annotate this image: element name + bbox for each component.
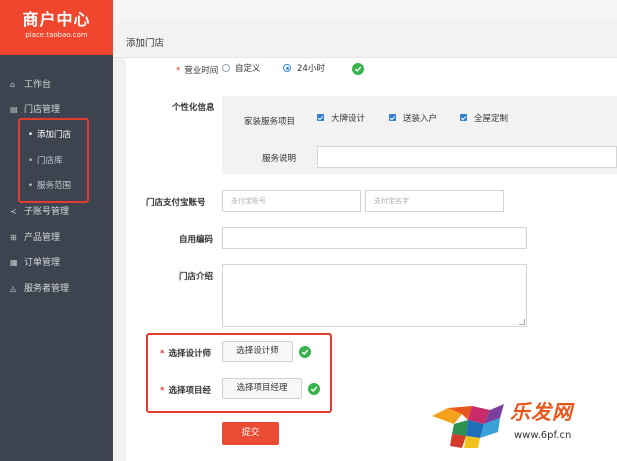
page-title: 添加门店: [126, 38, 165, 49]
top-bar: [113, 0, 617, 22]
watermark-brand: 乐发网: [510, 400, 573, 424]
alipay-account-label: 门店支付宝账号: [146, 198, 206, 208]
sidebar-item-products[interactable]: ⊞ 产品管理: [10, 230, 60, 246]
service-desc-label: 服务说明: [262, 154, 297, 164]
store-intro-textarea[interactable]: [222, 264, 527, 327]
own-code-label: 自用编码: [179, 235, 214, 245]
sidebar-subitem-store-library[interactable]: • 门店库: [28, 153, 63, 169]
radio-custom-hours-label: 自定义: [235, 64, 261, 74]
sidebar-item-orders[interactable]: ▦ 订单管理: [10, 255, 60, 271]
sidebar-item-service-providers[interactable]: ◬ 服务者管理: [10, 281, 69, 297]
brand-logo[interactable]: 商户中心 place.taobao.com: [0, 0, 113, 55]
sidebar-subitem-add-store[interactable]: • 添加门店: [28, 127, 71, 143]
business-hours-label: * 营业时间: [176, 66, 219, 76]
submit-button[interactable]: 提交: [222, 422, 279, 445]
alipay-name-input[interactable]: 支付宝名字: [365, 190, 504, 212]
radio-24-hours[interactable]: [283, 64, 291, 72]
sidebar-item-store-management[interactable]: ▤ 门店管理: [10, 102, 60, 118]
select-project-manager-button[interactable]: 选择项目经理: [222, 378, 302, 399]
checkbox-whole-house-custom[interactable]: [460, 114, 467, 121]
resize-handle-icon[interactable]: [519, 319, 525, 325]
check-circle-icon: [308, 383, 320, 395]
home-service-label: 家装服务项目: [244, 117, 296, 127]
home-icon: ⌂: [10, 80, 16, 89]
checkbox-whole-house-custom-label: 全屋定制: [474, 114, 509, 124]
list-icon: ▦: [10, 258, 18, 267]
grid-icon: ⊞: [10, 233, 17, 242]
sidebar-item-subaccount[interactable]: ≺ 子账号管理: [10, 204, 69, 220]
store-icon: ▤: [10, 105, 18, 114]
sidebar: 商户中心 place.taobao.com ⌂ 工作台 ▤ 门店管理 • 添加门店 •…: [0, 0, 113, 461]
brand-domain: place.taobao.com: [25, 31, 88, 39]
radio-24-hours-label: 24小时: [297, 64, 325, 74]
checkbox-delivery-install[interactable]: [389, 114, 396, 121]
sidebar-subitem-service-range[interactable]: • 服务范围: [28, 178, 71, 194]
designer-label: * 选择设计师: [160, 349, 211, 359]
personalization-label: 个性化信息: [172, 103, 215, 113]
brand-name: 商户中心: [22, 10, 91, 29]
store-intro-label: 门店介绍: [179, 272, 214, 282]
share-icon: ≺: [10, 207, 17, 216]
check-circle-icon: [299, 346, 311, 358]
alipay-account-input[interactable]: 支付宝账号: [222, 190, 361, 212]
user-icon: ◬: [10, 284, 17, 293]
page-header: 添加门店: [113, 22, 617, 58]
bull-logo-icon: [432, 404, 504, 448]
content-gutter: [113, 58, 126, 461]
radio-custom-hours[interactable]: [222, 64, 230, 72]
checkbox-brand-design[interactable]: [317, 114, 324, 121]
project-manager-label: * 选择项目经: [160, 386, 211, 396]
checkbox-brand-design-label: 大牌设计: [331, 114, 366, 124]
own-code-input[interactable]: [222, 227, 527, 249]
watermark-url: www.6pf.cn: [514, 430, 572, 441]
sidebar-item-dashboard[interactable]: ⌂ 工作台: [10, 77, 51, 93]
check-circle-icon: [352, 63, 364, 75]
service-desc-input[interactable]: [317, 146, 617, 168]
select-designer-button[interactable]: 选择设计师: [222, 341, 293, 362]
checkbox-delivery-install-label: 送装入户: [403, 114, 438, 124]
